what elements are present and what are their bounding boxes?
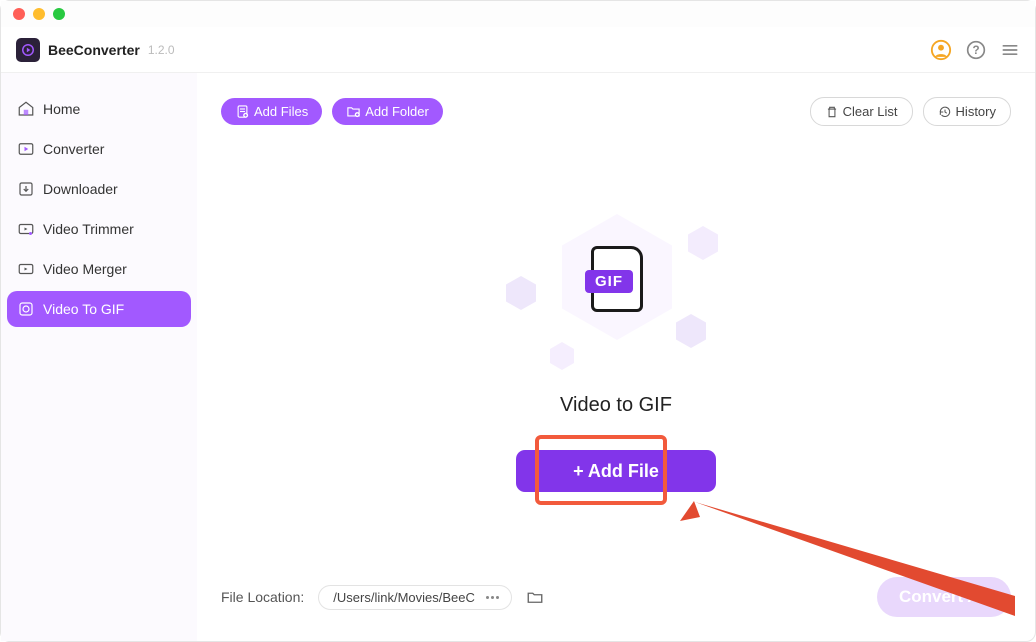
window-titlebar [1, 1, 1035, 27]
history-button[interactable]: History [923, 97, 1011, 126]
trash-icon [825, 105, 839, 119]
sidebar-item-label: Downloader [43, 181, 118, 197]
trimmer-icon [17, 220, 35, 238]
sidebar-item-label: Video To GIF [43, 301, 124, 317]
sidebar-item-home[interactable]: Home [7, 91, 191, 127]
open-folder-button[interactable] [526, 588, 544, 606]
minimize-window-button[interactable] [33, 8, 45, 20]
file-add-icon [235, 104, 250, 119]
gif-illustration: GIF [516, 196, 716, 376]
drop-zone[interactable]: GIF Video to GIF + Add File [197, 126, 1035, 577]
converter-icon [17, 140, 35, 158]
sidebar-item-downloader[interactable]: Downloader [7, 171, 191, 207]
folder-add-icon [346, 104, 361, 119]
sidebar-item-label: Converter [43, 141, 104, 157]
sidebar: Home Converter Downloader Video Trimmer … [1, 73, 197, 641]
sidebar-item-trimmer[interactable]: Video Trimmer [7, 211, 191, 247]
user-account-button[interactable] [930, 39, 952, 61]
home-icon [17, 100, 35, 118]
app-name: BeeConverter [48, 42, 140, 58]
sidebar-item-video-to-gif[interactable]: Video To GIF [7, 291, 191, 327]
sidebar-item-label: Video Merger [43, 261, 127, 277]
button-label: Clear List [843, 104, 898, 119]
svg-text:?: ? [972, 44, 979, 57]
app-logo [16, 38, 40, 62]
gif-icon [17, 300, 35, 318]
add-file-button[interactable]: + Add File [516, 450, 716, 492]
close-window-button[interactable] [13, 8, 25, 20]
maximize-window-button[interactable] [53, 8, 65, 20]
file-location-path[interactable]: /Users/link/Movies/BeeC [318, 585, 512, 610]
panel-title: Video to GIF [560, 394, 672, 417]
app-header: BeeConverter 1.2.0 ? [1, 27, 1035, 73]
history-icon [938, 105, 952, 119]
sidebar-item-label: Video Trimmer [43, 221, 134, 237]
sidebar-item-merger[interactable]: Video Merger [7, 251, 191, 287]
main-panel: Add Files Add Folder Clear List History [197, 73, 1035, 641]
top-toolbar: Add Files Add Folder Clear List History [197, 73, 1035, 126]
add-files-button[interactable]: Add Files [221, 98, 322, 125]
gif-badge: GIF [585, 270, 633, 293]
file-location-label: File Location: [221, 589, 304, 605]
button-label: History [956, 104, 996, 119]
bottom-bar: File Location: /Users/link/Movies/BeeC C… [197, 577, 1035, 641]
more-icon[interactable] [480, 592, 505, 603]
clear-list-button[interactable]: Clear List [810, 97, 913, 126]
downloader-icon [17, 180, 35, 198]
sidebar-item-converter[interactable]: Converter [7, 131, 191, 167]
button-label: Add Folder [365, 104, 429, 119]
merger-icon [17, 260, 35, 278]
app-version: 1.2.0 [148, 43, 175, 57]
button-label: Add Files [254, 104, 308, 119]
help-button[interactable]: ? [966, 40, 986, 60]
menu-button[interactable] [1000, 40, 1020, 60]
path-text: /Users/link/Movies/BeeC [333, 590, 480, 605]
convert-all-button[interactable]: Convert All [877, 577, 1011, 617]
sidebar-item-label: Home [43, 101, 80, 117]
add-folder-button[interactable]: Add Folder [332, 98, 443, 125]
